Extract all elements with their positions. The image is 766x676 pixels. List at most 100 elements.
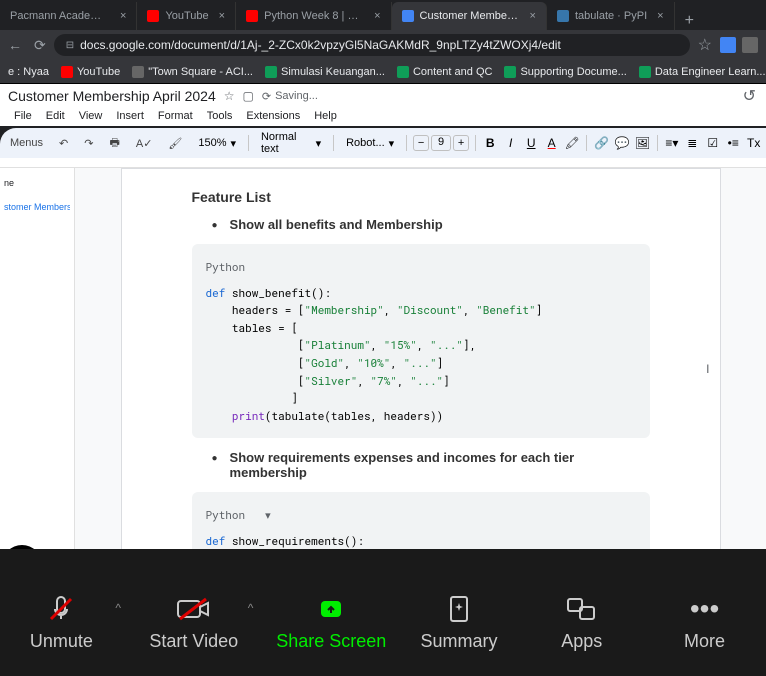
saving-status: ⟳ Saving... (262, 90, 318, 103)
content-area: ne stomer Membership Feature List Show a… (0, 168, 766, 581)
bookmark-simulasi[interactable]: Simulasi Keuangan... (265, 66, 385, 78)
chevron-down-icon[interactable]: ▾ (265, 506, 271, 524)
close-icon[interactable]: × (374, 10, 380, 22)
decrease-font-button[interactable]: − (413, 135, 429, 151)
document-title[interactable]: Customer Membership April 2024 (8, 88, 216, 104)
paint-format-button[interactable]: 🖌 (162, 133, 188, 154)
document-page: Feature List Show all benefits and Membe… (121, 168, 721, 581)
close-icon[interactable]: × (530, 10, 536, 22)
menu-view[interactable]: View (73, 108, 109, 125)
extension-icon[interactable] (742, 37, 758, 53)
more-button[interactable]: ••• More (655, 593, 755, 652)
outline-panel: ne stomer Membership (0, 168, 75, 581)
bold-button[interactable]: B (482, 134, 498, 152)
ruler[interactable] (0, 158, 766, 168)
underline-button[interactable]: U (523, 134, 539, 152)
menu-format[interactable]: Format (152, 108, 199, 125)
bookmark-content-qc[interactable]: Content and QC (397, 66, 493, 78)
font-select[interactable]: Robot... ▾ (340, 135, 400, 152)
increase-font-button[interactable]: + (453, 135, 469, 151)
menu-help[interactable]: Help (308, 108, 343, 125)
text-color-button[interactable]: A (543, 134, 559, 152)
font-size-input[interactable]: 9 (431, 135, 451, 151)
code-lang-label: Python ▾ (206, 506, 636, 524)
line-spacing-button[interactable]: ≣ (684, 134, 700, 152)
unmute-button[interactable]: Unmute (11, 593, 111, 652)
site-info-icon[interactable]: ⊟ (66, 40, 74, 51)
apps-icon (562, 593, 602, 625)
audio-options-chevron[interactable]: ^ (115, 601, 121, 615)
docs-header: Customer Membership April 2024 ☆ ▢ ⟳ Sav… (0, 84, 766, 108)
move-icon[interactable]: ▢ (243, 89, 254, 103)
code-block-1: Python def show_benefit(): headers = ["M… (192, 244, 650, 438)
close-icon[interactable]: × (120, 10, 126, 22)
new-tab-button[interactable]: + (675, 12, 704, 30)
share-screen-icon (311, 593, 351, 625)
spellcheck-button[interactable]: A✓ (130, 133, 159, 154)
insert-image-button[interactable]: 🖼 (634, 134, 650, 152)
style-select[interactable]: Normal text ▾ (255, 129, 327, 157)
insert-comment-button[interactable]: 💬 (614, 134, 630, 152)
video-options-chevron[interactable]: ^ (248, 601, 254, 615)
text-cursor-icon: I (706, 362, 709, 376)
summary-button[interactable]: Summary (409, 593, 509, 652)
checklist-button[interactable]: ☑ (705, 134, 721, 152)
start-video-button[interactable]: Start Video (144, 593, 244, 652)
close-icon[interactable]: × (657, 10, 663, 22)
bullet-item: Show all benefits and Membership (212, 217, 650, 232)
address-bar[interactable]: ⊟ docs.google.com/document/d/1Aj-_2-ZCx0… (54, 34, 690, 56)
menu-insert[interactable]: Insert (110, 108, 150, 125)
highlight-button[interactable]: 🖍 (564, 134, 580, 152)
heading-feature-list: Feature List (192, 189, 650, 205)
print-button[interactable]: 🖶 (103, 130, 125, 157)
history-icon[interactable]: ↺ (743, 86, 756, 106)
redo-button[interactable]: ↷ (78, 133, 99, 154)
zoom-select[interactable]: 150% ▾ (192, 135, 242, 152)
star-icon[interactable]: ☆ (224, 89, 235, 103)
undo-button[interactable]: ↶ (53, 133, 74, 154)
reload-button[interactable]: ⟳ (34, 37, 46, 54)
bookmark-data-engineer[interactable]: Data Engineer Learn... (639, 66, 766, 78)
bookmark-youtube[interactable]: YouTube (61, 66, 120, 78)
url-bar: ← ⟳ ⊟ docs.google.com/document/d/1Aj-_2-… (0, 30, 766, 60)
menu-extensions[interactable]: Extensions (240, 108, 306, 125)
tab-pacmann[interactable]: Pacmann Academy – Kelas Bas... × (0, 2, 137, 30)
bookmark-nyaa[interactable]: e : Nyaa (8, 66, 49, 78)
insert-link-button[interactable]: 🔗 (593, 134, 609, 152)
browser-tabs: Pacmann Academy – Kelas Bas... × YouTube… (0, 0, 766, 30)
youtube-icon (246, 10, 258, 22)
back-button[interactable]: ← (8, 37, 22, 54)
sheets-icon (639, 66, 651, 78)
bookmark-supporting[interactable]: Supporting Docume... (504, 66, 626, 78)
tab-customer-membership[interactable]: Customer Membership April 20 × (392, 2, 547, 30)
align-button[interactable]: ≡▾ (664, 134, 680, 152)
pypi-icon (557, 10, 569, 22)
clear-formatting-button[interactable]: Tx (745, 134, 761, 152)
bullet-item: Show requirements expenses and incomes f… (212, 450, 650, 480)
youtube-icon (147, 10, 159, 22)
toolbar: Menus ↶ ↷ 🖶 A✓ 🖌 150% ▾ Normal text ▾ Ro… (0, 128, 766, 158)
outline-item[interactable]: ne (4, 176, 70, 190)
close-icon[interactable]: × (219, 10, 225, 22)
docs-icon (402, 10, 414, 22)
globe-icon (132, 66, 144, 78)
apps-button[interactable]: Apps (532, 593, 632, 652)
menu-tools[interactable]: Tools (201, 108, 239, 125)
share-screen-button[interactable]: Share Screen (276, 593, 386, 652)
tab-python-week8[interactable]: Python Week 8 | Bab 15 & Bab... × (236, 2, 391, 30)
sparkle-doc-icon (439, 593, 479, 625)
bookmark-star-icon[interactable]: ☆ (698, 35, 712, 55)
tab-tabulate-pypi[interactable]: tabulate · PyPI × (547, 2, 675, 30)
extension-icon[interactable] (720, 37, 736, 53)
menu-edit[interactable]: Edit (40, 108, 71, 125)
menus-button[interactable]: Menus (4, 133, 49, 153)
bookmark-townsquare[interactable]: "Town Square - ACI... (132, 66, 253, 78)
outline-item-selected[interactable]: stomer Membership (4, 200, 70, 214)
document-viewport[interactable]: Feature List Show all benefits and Membe… (75, 168, 766, 581)
more-icon: ••• (685, 593, 725, 625)
italic-button[interactable]: I (502, 134, 518, 152)
youtube-icon (61, 66, 73, 78)
menu-file[interactable]: File (8, 108, 38, 125)
tab-youtube[interactable]: YouTube × (137, 2, 236, 30)
bullet-list-button[interactable]: •≡ (725, 134, 741, 152)
